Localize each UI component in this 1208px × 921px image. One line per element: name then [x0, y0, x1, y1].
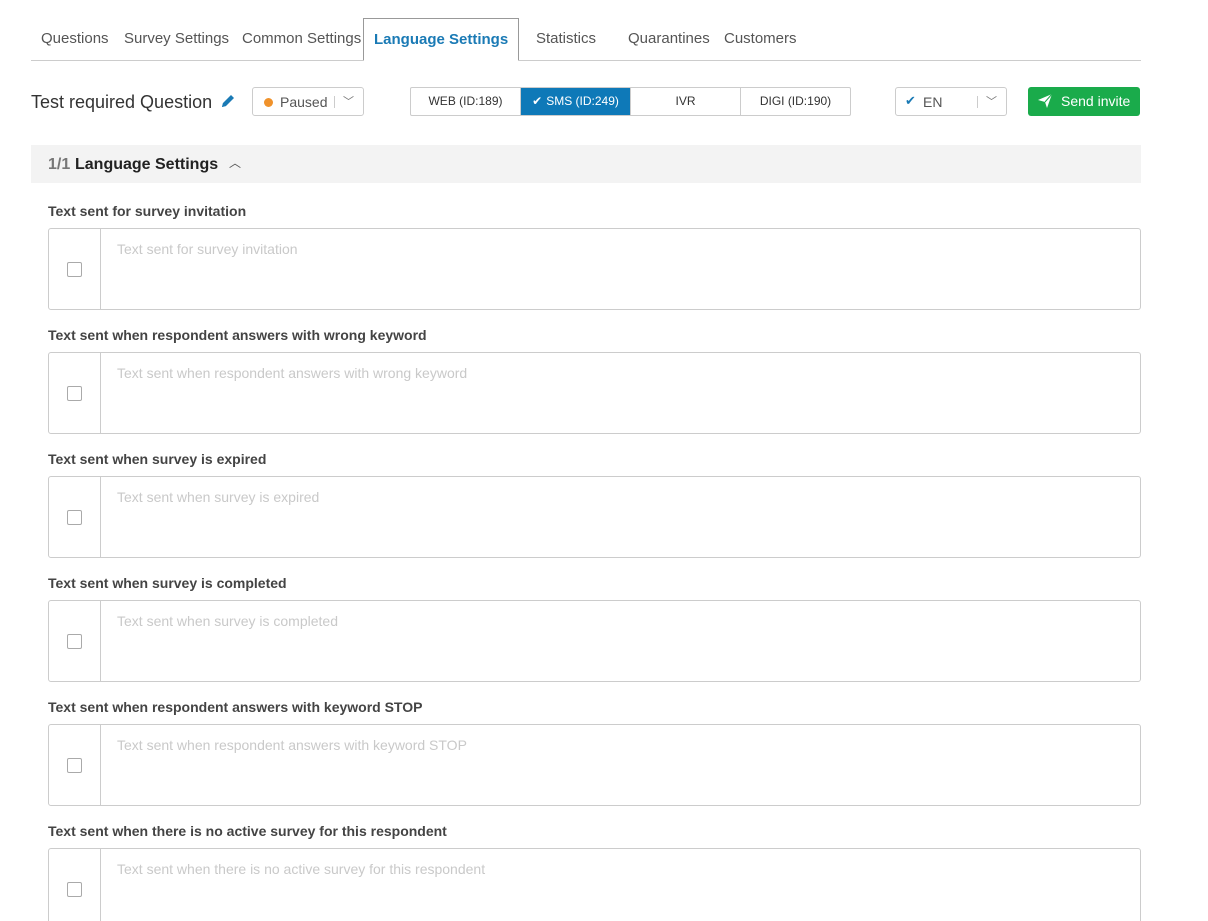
language-select[interactable]: ✔ EN ﹀ [895, 87, 1007, 116]
field-checkbox-cell [49, 229, 101, 309]
completed-text-input[interactable] [102, 601, 1140, 681]
send-invite-label: Send invite [1061, 93, 1131, 109]
field-checkbox[interactable] [67, 386, 82, 401]
field-box [48, 352, 1141, 434]
field-box [48, 724, 1141, 806]
channel-digi-label: DIGI (ID:190) [759, 94, 832, 108]
field-label: Text sent for survey invitation [48, 203, 247, 219]
no-active-survey-text-input[interactable] [102, 849, 1140, 921]
tab-quarantines[interactable]: Quarantines [628, 18, 710, 61]
field-checkbox-cell [49, 725, 101, 805]
field-checkbox[interactable] [67, 758, 82, 773]
edit-pencil-icon[interactable] [219, 92, 237, 110]
expired-text-input[interactable] [102, 477, 1140, 557]
channel-ivr[interactable]: IVR [631, 88, 741, 115]
channel-sms-label: SMS (ID:249) [546, 94, 619, 108]
chevron-up-icon[interactable]: ︿ [229, 154, 241, 171]
channel-sms[interactable]: ✔ SMS (ID:249) [521, 88, 631, 115]
channel-switcher: WEB (ID:189) ✔ SMS (ID:249) IVR DIGI (ID:… [410, 87, 851, 116]
field-label: Text sent when survey is completed [48, 575, 287, 591]
field-checkbox-cell [49, 353, 101, 433]
select-separator [977, 96, 978, 108]
select-separator [334, 96, 335, 108]
check-icon: ✔ [905, 93, 916, 108]
tab-common-settings[interactable]: Common Settings [242, 18, 361, 61]
field-label: Text sent when respondent answers with w… [48, 327, 427, 343]
chevron-down-icon: ﹀ [986, 96, 997, 108]
survey-title: Test required Question [31, 92, 213, 112]
section-title: Language Settings [75, 156, 219, 173]
language-label: EN [923, 94, 943, 110]
status-dot-icon [264, 98, 273, 107]
field-box [48, 848, 1141, 921]
stop-keyword-text-input[interactable] [102, 725, 1140, 805]
field-label: Text sent when there is no active survey… [48, 823, 447, 839]
tab-statistics[interactable]: Statistics [536, 18, 596, 61]
channel-web[interactable]: WEB (ID:189) [411, 88, 521, 115]
field-checkbox[interactable] [67, 510, 82, 525]
field-label: Text sent when survey is expired [48, 451, 267, 467]
section-header: 1/1 Language Settings ︿ [31, 145, 1141, 183]
field-checkbox-cell [49, 849, 101, 921]
field-box [48, 228, 1141, 310]
tab-questions[interactable]: Questions [41, 18, 109, 61]
status-label: Paused [280, 94, 328, 110]
tab-survey-settings[interactable]: Survey Settings [124, 18, 229, 61]
main-tabs: Questions Survey Settings Common Setting… [31, 18, 1141, 61]
field-box [48, 476, 1141, 558]
tab-customers[interactable]: Customers [724, 18, 797, 61]
send-invite-button[interactable]: Send invite [1028, 87, 1140, 116]
field-checkbox-cell [49, 601, 101, 681]
paper-plane-icon [1037, 93, 1053, 109]
wrong-keyword-text-input[interactable] [102, 353, 1140, 433]
chevron-down-icon: ﹀ [343, 96, 354, 108]
field-checkbox[interactable] [67, 882, 82, 897]
field-checkbox[interactable] [67, 634, 82, 649]
field-label: Text sent when respondent answers with k… [48, 699, 423, 715]
field-checkbox[interactable] [67, 262, 82, 277]
field-checkbox-cell [49, 477, 101, 557]
field-box [48, 600, 1141, 682]
section-count: 1/1 [48, 156, 71, 173]
status-select[interactable]: Paused ﹀ [252, 87, 364, 116]
channel-ivr-label: IVR [675, 94, 696, 108]
channel-digi[interactable]: DIGI (ID:190) [741, 88, 850, 115]
invitation-text-input[interactable] [102, 229, 1140, 309]
tab-language-settings[interactable]: Language Settings [363, 18, 520, 61]
check-icon: ✔ [532, 94, 543, 108]
channel-web-label: WEB (ID:189) [428, 94, 503, 108]
